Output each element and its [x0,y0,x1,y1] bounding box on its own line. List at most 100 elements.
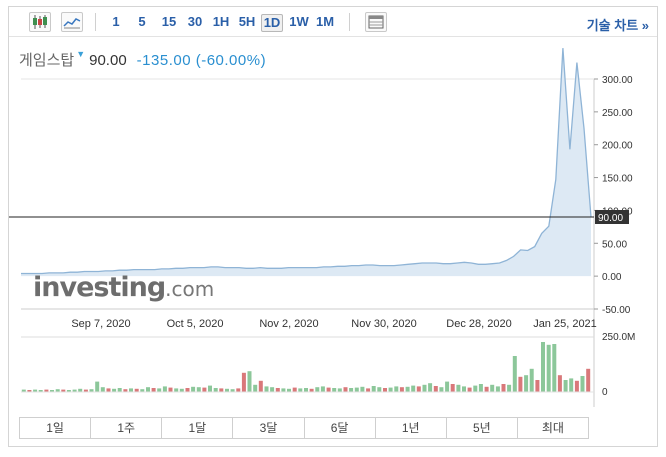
volume-bar [326,387,331,392]
volume-bar [162,386,167,392]
volume-bar [507,384,512,392]
price-area-fill [21,48,591,277]
volume-bar [275,388,280,392]
volume-bar [416,386,421,392]
period-selector: 1일 1주 1달 3달 6달 1년 5년 최대 [19,417,589,439]
period-1d[interactable]: 1일 [20,418,92,438]
volume-bar [304,388,308,392]
volume-bar [377,387,382,392]
volume-bar [298,388,303,392]
volume-bar [168,387,173,392]
volume-bar [202,387,207,392]
x-tick-label: Oct 5, 2020 [167,318,224,330]
volume-bar [546,344,551,392]
price-chart[interactable]: 300.00250.00200.00150.00100.0050.000.00-… [9,7,657,407]
volume-bar [541,342,545,392]
volume-bar [586,368,591,392]
volume-bar [428,383,433,392]
volume-bar [456,384,461,392]
volume-bar [95,381,100,392]
volume-bar [349,388,354,392]
y-tick-label: -50.00 [602,305,631,316]
volume-bar [174,388,179,392]
investing-watermark: investing.com [33,272,214,303]
volume-bar [422,384,427,392]
volume-bar [270,387,275,392]
volume-bar [337,388,342,392]
x-tick-label: Nov 30, 2020 [351,318,416,330]
volume-bar [315,387,320,392]
volume-bar [146,387,150,392]
volume-bar [343,387,348,392]
volume-bar [383,388,387,392]
volume-bar [557,375,562,392]
period-1m[interactable]: 1달 [162,418,234,438]
period-6m[interactable]: 6달 [305,418,376,438]
volume-bar [450,384,455,392]
price-line [21,48,592,275]
volume-bar [371,386,376,392]
y-tick-label: 300.00 [602,75,633,86]
volume-bar [484,386,489,392]
volume-bar [100,387,105,392]
x-tick-label: Jan 25, 2021 [533,318,597,330]
period-5y[interactable]: 5년 [447,418,518,438]
volume-bar [241,372,246,392]
volume-bar [281,388,286,392]
volume-bar [320,386,325,392]
volume-bar [495,386,500,392]
y-tick-label: 150.00 [602,174,633,185]
volume-bar [524,375,529,392]
volume-bar [518,376,523,392]
volume-bar [247,371,252,392]
volume-bar [117,388,122,392]
volume-bar [253,384,258,392]
volume-bar [552,344,557,392]
volume-bar [445,381,450,392]
x-tick-label: Sep 7, 2020 [71,318,130,330]
volume-bar [366,388,371,392]
volume-bar [411,385,416,392]
y-tick-label: 200.00 [602,141,633,152]
volume-bar [501,384,506,392]
volume-bar [512,356,517,392]
volume-bar [478,384,483,392]
volume-bar [360,386,365,392]
volume-bar [399,387,404,392]
period-max[interactable]: 최대 [518,418,588,438]
volume-bar [106,388,111,392]
volume-bar [535,380,540,392]
volume-bar [264,386,269,392]
volume-axis-label: 0 [602,387,608,398]
volume-bar [433,386,438,392]
current-price-label: 90.00 [598,213,623,224]
volume-bar [462,386,466,392]
period-1w[interactable]: 1주 [91,418,163,438]
volume-bar [473,385,478,392]
volume-bar [185,388,190,392]
volume-bar [574,380,579,392]
period-3m[interactable]: 3달 [233,418,305,438]
volume-bar [394,386,399,392]
volume-bar [219,388,224,392]
volume-bar [490,384,495,392]
x-tick-label: Dec 28, 2020 [446,318,511,330]
volume-bar [157,388,162,392]
period-1y[interactable]: 1년 [376,418,447,438]
watermark-suffix: .com [165,277,215,301]
volume-bar [580,376,585,392]
volume-bar [467,387,472,392]
volume-bar [388,387,393,392]
volume-axis-label: 250.0M [602,332,635,343]
volume-bar [332,388,337,392]
watermark-main: investing [33,272,166,303]
volume-bar [354,387,359,392]
volume-bar [439,387,444,392]
x-tick-label: Nov 2, 2020 [259,318,318,330]
volume-bar [208,385,212,392]
volume-bar [151,388,156,392]
volume-bar [196,387,201,392]
y-tick-label: 0.00 [602,272,622,283]
volume-bar [405,386,410,392]
y-tick-label: 50.00 [602,239,627,250]
